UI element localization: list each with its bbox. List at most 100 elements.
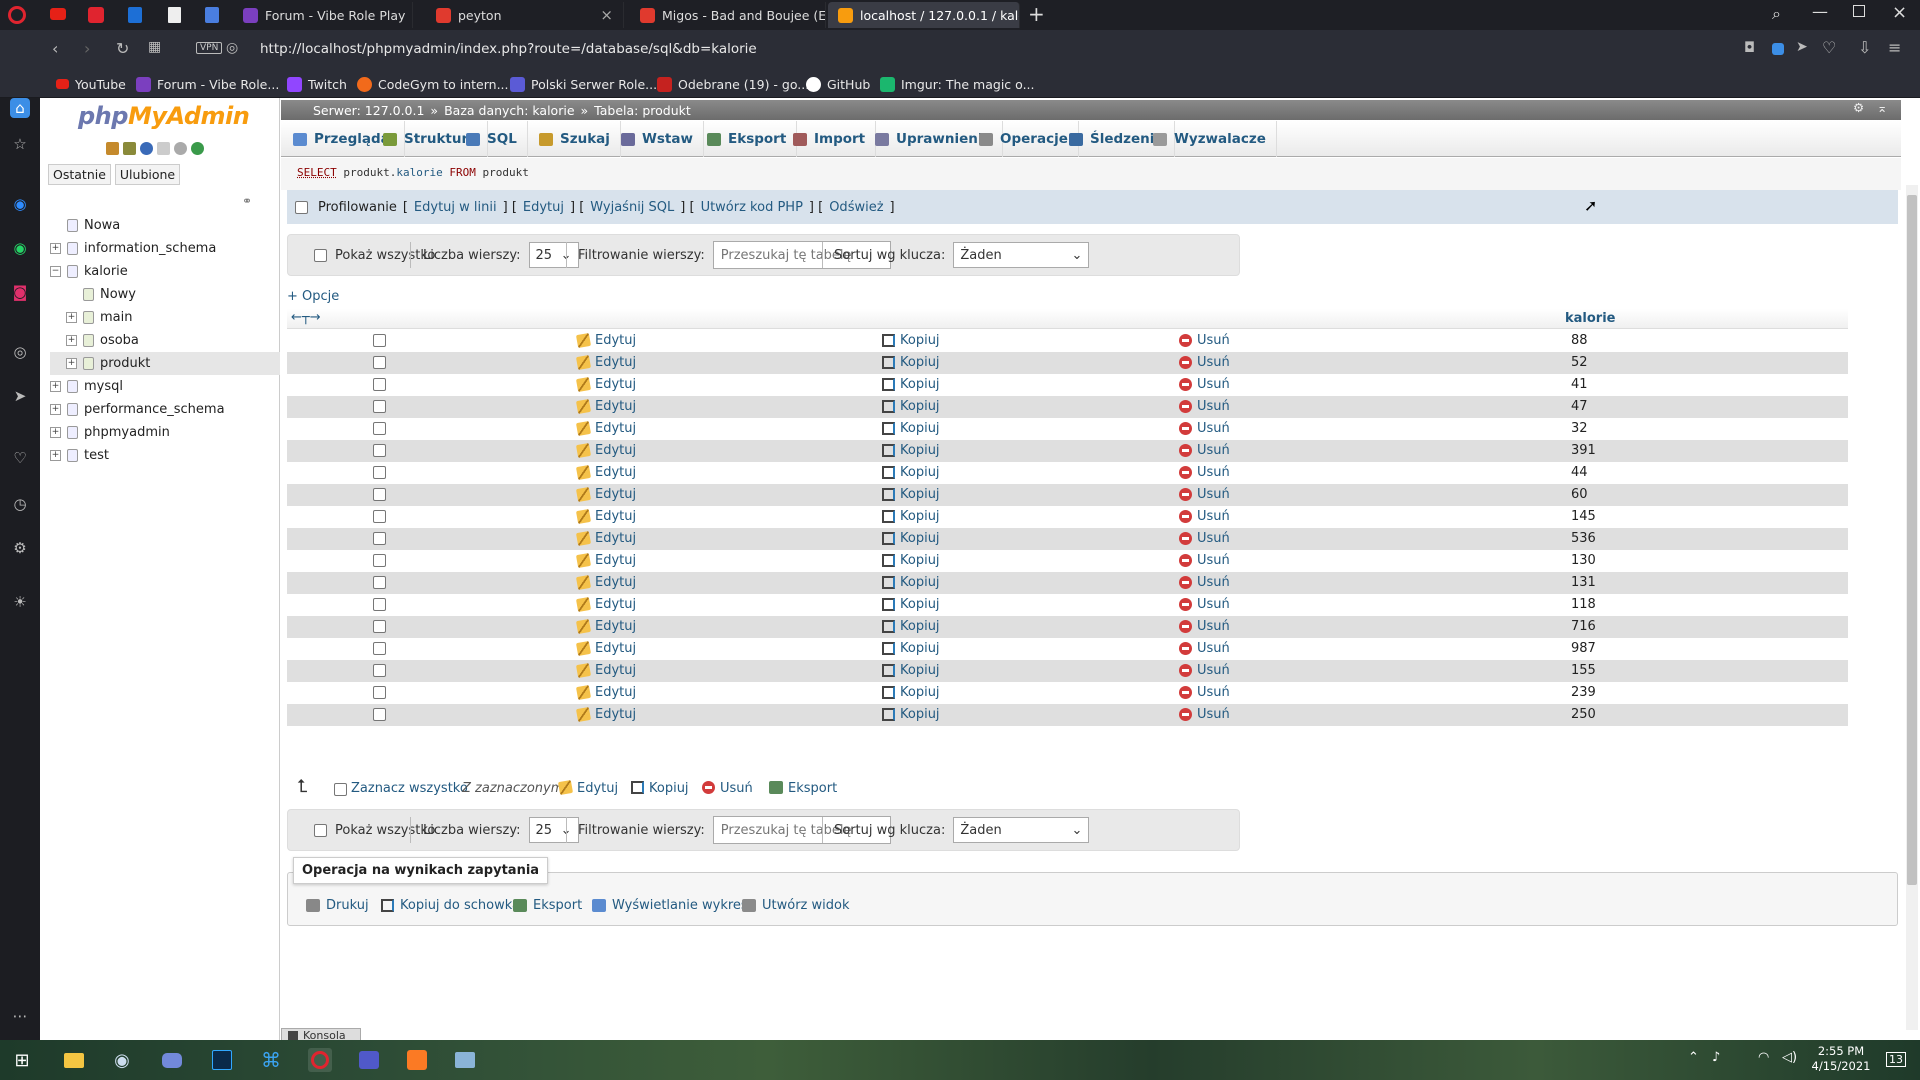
collapse-top-icon[interactable]: ⌅ [1877, 100, 1887, 115]
bookmark-youtube[interactable]: YouTube [56, 74, 126, 94]
more-icon[interactable]: ⋯ [10, 1006, 30, 1026]
row-delete-link[interactable]: Usuń [1179, 597, 1230, 612]
tab-localhost[interactable]: localhost / 127.0.0.1 / kalor × [828, 2, 1020, 28]
print-button[interactable]: Drukuj [306, 898, 369, 913]
row-edit-link[interactable]: Edytuj [575, 398, 636, 415]
player-icon[interactable]: ◎ [10, 342, 30, 362]
row-delete-link[interactable]: Usuń [1179, 553, 1230, 568]
expand-icon[interactable]: + [50, 427, 61, 438]
settings-icon[interactable]: ⚙ [10, 538, 30, 558]
options-link[interactable]: + Opcje [287, 289, 339, 304]
vpn-badge[interactable]: VPN [196, 42, 223, 54]
row-delete-link[interactable]: Usuń [1179, 641, 1230, 656]
row-delete-link[interactable]: Usuń [1179, 685, 1230, 700]
tray-chevron-icon[interactable]: ⌃ [1688, 1050, 1699, 1065]
select-all-label[interactable]: Zaznacz wszystko [351, 781, 468, 796]
flow-icon[interactable]: ➤ [10, 386, 30, 406]
history-icon[interactable]: ◷ [10, 494, 30, 514]
settings-gear-icon[interactable]: ⚙ [1853, 100, 1864, 115]
opera-logo-icon[interactable] [8, 6, 26, 24]
row-edit-link[interactable]: Edytuj [575, 442, 636, 459]
row-checkbox[interactable] [373, 444, 386, 457]
download-icon[interactable]: ⇩ [1858, 38, 1871, 57]
row-edit-link[interactable]: Edytuj [575, 354, 636, 371]
tree-item-produkt[interactable]: + produkt [50, 352, 280, 375]
row-copy-link[interactable]: Kopiuj [882, 553, 940, 568]
row-copy-link[interactable]: Kopiuj [882, 355, 940, 370]
close-tab-icon[interactable]: × [412, 6, 413, 24]
teams-icon[interactable] [357, 1048, 381, 1072]
row-checkbox[interactable] [373, 664, 386, 677]
link-icon[interactable]: ⚭ [242, 194, 252, 208]
docs-icon[interactable] [157, 142, 170, 155]
display-chart-button[interactable]: Wyświetlanie wykresu [592, 898, 756, 913]
row-copy-link[interactable]: Kopiuj [882, 421, 940, 436]
tray-mic-icon[interactable]: ♪ [1712, 1050, 1720, 1065]
expand-icon[interactable]: + [66, 358, 77, 369]
edit-link[interactable]: Edytuj [523, 200, 564, 215]
row-copy-link[interactable]: Kopiuj [882, 443, 940, 458]
rows-per-page-select[interactable]: 25⌄ [528, 242, 579, 268]
notification-badge[interactable]: 13 [1886, 1052, 1906, 1067]
row-edit-link[interactable]: Edytuj [575, 552, 636, 569]
row-edit-link[interactable]: Edytuj [575, 486, 636, 503]
row-edit-link[interactable]: Edytuj [575, 662, 636, 679]
pinned-tab-record-icon[interactable] [88, 7, 104, 23]
file-explorer-icon[interactable] [62, 1048, 86, 1072]
rows-per-page-select[interactable]: 25⌄ [528, 817, 579, 843]
profiling-checkbox[interactable] [295, 200, 308, 214]
expand-icon[interactable]: + [66, 335, 77, 346]
camera-icon[interactable]: ◘ [1744, 40, 1755, 56]
row-delete-link[interactable]: Usuń [1179, 509, 1230, 524]
row-delete-link[interactable]: Usuń [1179, 421, 1230, 436]
row-delete-link[interactable]: Usuń [1179, 465, 1230, 480]
tree-item-phpmyadmin[interactable]: + phpmyadmin [50, 421, 280, 444]
tree-item-main[interactable]: + main [50, 306, 280, 329]
row-checkbox[interactable] [373, 400, 386, 413]
row-copy-link[interactable]: Kopiuj [882, 707, 940, 722]
instagram-icon[interactable]: ◙ [10, 282, 30, 302]
back-icon[interactable]: ‹ [52, 39, 58, 58]
search-tabs-icon[interactable]: ⌕ [1772, 4, 1781, 24]
favorites-button[interactable]: Ulubione [114, 164, 181, 185]
row-checkbox[interactable] [373, 532, 386, 545]
tree-item-performance-schema[interactable]: + performance_schema [50, 398, 280, 421]
tab-wstaw[interactable]: Wstaw [611, 121, 704, 157]
create-view-button[interactable]: Utwórz widok [742, 898, 849, 913]
adblock-icon[interactable] [1772, 43, 1784, 55]
photoshop-icon[interactable] [210, 1048, 234, 1072]
logout-icon[interactable] [123, 142, 136, 155]
row-checkbox[interactable] [373, 620, 386, 633]
copy-to-clipboard-button[interactable]: Kopiuj do schowka [381, 898, 520, 913]
row-delete-link[interactable]: Usuń [1179, 707, 1230, 722]
gear-icon[interactable] [174, 142, 187, 155]
row-checkbox[interactable] [373, 576, 386, 589]
tree-item-information-schema[interactable]: + information_schema [50, 237, 280, 260]
create-php-link[interactable]: Utwórz kod PHP [701, 200, 803, 215]
home-icon[interactable] [106, 142, 119, 155]
forward-icon[interactable]: › [84, 39, 90, 58]
row-edit-link[interactable]: Edytuj [575, 684, 636, 701]
row-checkbox[interactable] [373, 642, 386, 655]
discord-icon[interactable] [160, 1048, 184, 1072]
close-tab-icon[interactable]: × [600, 6, 613, 24]
bulk-delete-button[interactable]: Usuń [702, 781, 753, 796]
tree-item-Nowa[interactable]: Nowa [50, 214, 280, 237]
tab-peyton[interactable]: peyton × [426, 2, 624, 28]
tray-network-icon[interactable]: ◠ [1758, 1050, 1769, 1065]
help-icon[interactable] [140, 142, 153, 155]
xampp-icon[interactable] [405, 1048, 429, 1072]
bookmark-codegym[interactable]: CodeGym to intern... [357, 74, 509, 94]
expand-icon[interactable]: + [50, 404, 61, 415]
pma-logo[interactable]: phpMyAdmin [78, 102, 250, 130]
show-all-checkbox[interactable] [314, 248, 327, 262]
row-delete-link[interactable]: Usuń [1179, 487, 1230, 502]
row-delete-link[interactable]: Usuń [1179, 355, 1230, 370]
steam-icon[interactable]: ◉ [110, 1048, 134, 1072]
row-checkbox[interactable] [373, 510, 386, 523]
expand-icon[interactable]: + [66, 312, 77, 323]
speed-dial-icon[interactable]: ▦ [148, 39, 161, 55]
new-tab-button[interactable]: + [1028, 2, 1045, 26]
breadcrumb-table[interactable]: Tabela: produkt [594, 103, 691, 118]
pinned-tab-paypal-icon[interactable] [128, 7, 142, 23]
